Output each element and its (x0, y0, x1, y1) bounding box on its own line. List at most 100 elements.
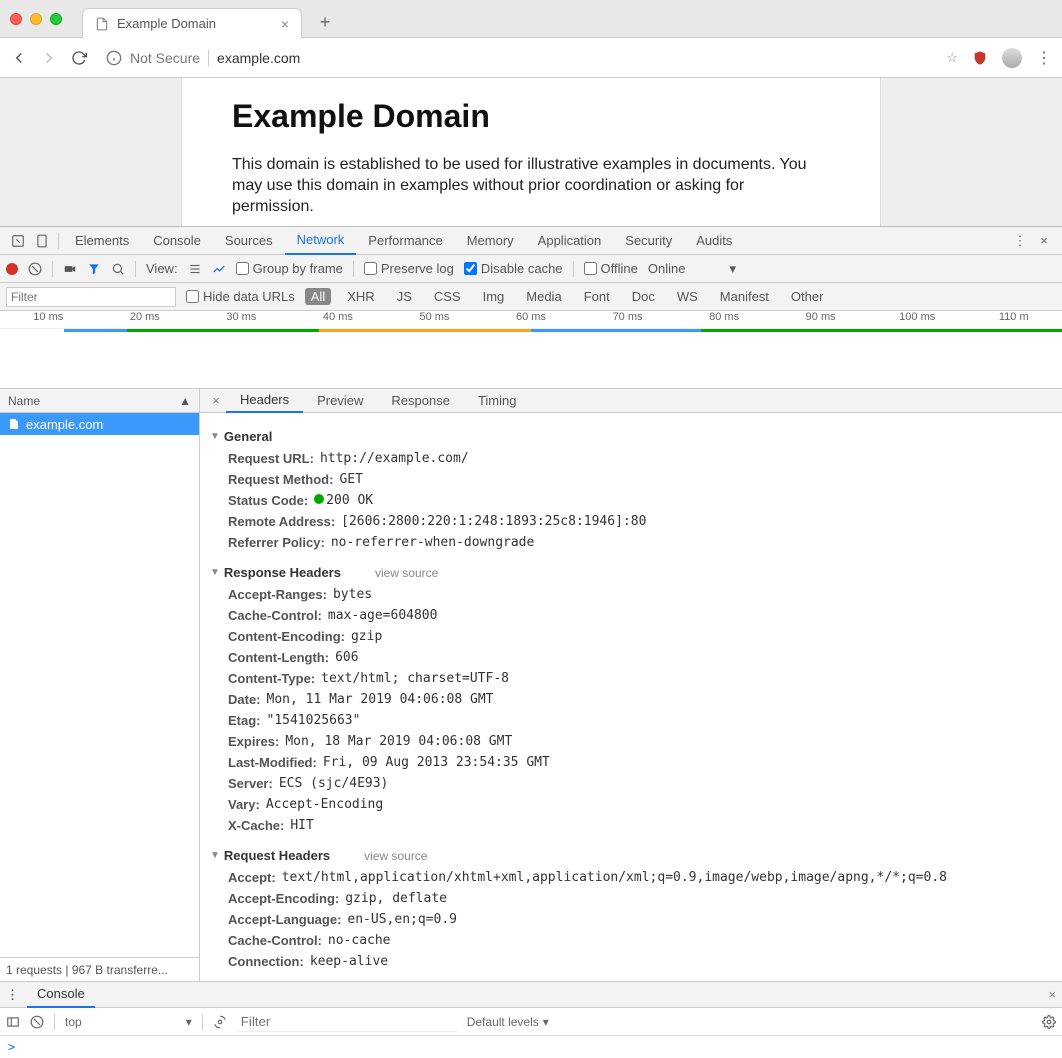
filter-icon[interactable] (87, 262, 101, 276)
menu-icon[interactable]: ⋮ (1036, 48, 1052, 68)
preserve-log-checkbox[interactable]: Preserve log (364, 261, 454, 276)
throttle-select[interactable]: Online▾ (648, 261, 736, 277)
devtools-tab-security[interactable]: Security (613, 227, 684, 255)
devtools-tab-sources[interactable]: Sources (213, 227, 285, 255)
overview-icon[interactable] (212, 262, 226, 276)
device-toggle-icon[interactable] (30, 229, 54, 253)
disable-cache-checkbox[interactable]: Disable cache (464, 261, 563, 276)
group-by-frame-checkbox[interactable]: Group by frame (236, 261, 343, 276)
filter-type-manifest[interactable]: Manifest (714, 288, 775, 305)
context-select[interactable]: top▾ (65, 1015, 192, 1029)
detail-tab-timing[interactable]: Timing (464, 389, 531, 413)
filter-type-xhr[interactable]: XHR (341, 288, 380, 305)
large-rows-icon[interactable] (188, 262, 202, 276)
settings-icon[interactable] (1042, 1015, 1056, 1029)
maximize-window-button[interactable] (50, 13, 62, 25)
timeline-tick: 70 ms (579, 311, 676, 328)
inspect-icon[interactable] (6, 229, 30, 253)
urlbar: Not Secure example.com ☆ ⋮ (0, 38, 1062, 78)
console-prompt[interactable]: > (0, 1036, 1062, 1058)
timeline-tick: 40 ms (290, 311, 387, 328)
timeline-tick: 90 ms (772, 311, 869, 328)
timeline-tick: 60 ms (483, 311, 580, 328)
tabstrip: Example Domain × + (82, 0, 340, 37)
filter-type-other[interactable]: Other (785, 288, 830, 305)
devtools-close-icon[interactable]: × (1032, 229, 1056, 253)
close-window-button[interactable] (10, 13, 22, 25)
devtools-tab-application[interactable]: Application (526, 227, 614, 255)
filter-type-ws[interactable]: WS (671, 288, 704, 305)
offline-checkbox[interactable]: Offline (584, 261, 638, 276)
minimize-window-button[interactable] (30, 13, 42, 25)
view-source-link[interactable]: view source (375, 566, 438, 580)
filter-input[interactable] (6, 287, 176, 307)
filter-type-img[interactable]: Img (477, 288, 511, 305)
close-drawer-icon[interactable]: × (1048, 987, 1056, 1002)
general-section: ▼General Request URL:http://example.com/… (200, 421, 1062, 557)
clear-icon[interactable] (28, 262, 42, 276)
network-timeline[interactable]: 10 ms20 ms30 ms40 ms50 ms60 ms70 ms80 ms… (0, 311, 1062, 389)
detail-tab-headers[interactable]: Headers (226, 389, 303, 413)
filter-type-css[interactable]: CSS (428, 288, 467, 305)
filter-type-js[interactable]: JS (391, 288, 418, 305)
network-split-pane: Name ▲ example.com 1 requests | 967 B tr… (0, 389, 1062, 981)
address-bar[interactable]: Not Secure example.com (100, 50, 934, 66)
devtools-tab-performance[interactable]: Performance (356, 227, 454, 255)
console-drawer: ⋮ Console × top▾ Default levels ▾ > (0, 981, 1062, 1058)
devtools-tab-network[interactable]: Network (285, 227, 357, 255)
document-icon (8, 418, 20, 430)
close-tab-icon[interactable]: × (281, 16, 289, 32)
forward-button[interactable] (40, 49, 58, 67)
drawer-menu-icon[interactable]: ⋮ (6, 987, 19, 1003)
header-row: Content-Type:text/html; charset=UTF-8 (210, 668, 1052, 689)
live-expression-icon[interactable] (213, 1015, 227, 1029)
close-details-icon[interactable]: × (206, 393, 226, 408)
header-row: Etag:"1541025663" (210, 710, 1052, 731)
timeline-tick: 50 ms (386, 311, 483, 328)
log-levels-select[interactable]: Default levels ▾ (467, 1015, 549, 1029)
header-row: Date:Mon, 11 Mar 2019 04:06:08 GMT (210, 689, 1052, 710)
header-row: Accept-Encoding:gzip, deflate (210, 888, 1052, 909)
sidebar-toggle-icon[interactable] (6, 1015, 20, 1029)
network-toolbar: View: Group by frame Preserve log Disabl… (0, 255, 1062, 283)
filter-type-all[interactable]: All (305, 288, 331, 305)
section-toggle[interactable]: ▼General (210, 425, 1052, 448)
devtools-menu-icon[interactable]: ⋮ (1008, 229, 1032, 253)
profile-avatar[interactable] (1002, 48, 1022, 68)
request-row[interactable]: example.com (0, 413, 199, 435)
headers-panel[interactable]: ▼General Request URL:http://example.com/… (200, 413, 1062, 981)
back-button[interactable] (10, 49, 28, 67)
hide-data-urls-checkbox[interactable]: Hide data URLs (186, 289, 295, 304)
detail-tab-response[interactable]: Response (377, 389, 464, 413)
urlbar-actions: ☆ ⋮ (946, 48, 1052, 68)
view-source-link[interactable]: view source (364, 849, 427, 863)
search-icon[interactable] (111, 262, 125, 276)
record-button[interactable] (6, 263, 18, 275)
bookmark-icon[interactable]: ☆ (946, 50, 958, 66)
network-filter-bar: Hide data URLs All XHR JS CSS Img Media Font Do… (0, 283, 1062, 311)
filter-type-font[interactable]: Font (578, 288, 616, 305)
detail-tab-preview[interactable]: Preview (303, 389, 377, 413)
console-tab[interactable]: Console (27, 982, 95, 1008)
ublock-icon[interactable] (972, 50, 988, 66)
devtools-tab-memory[interactable]: Memory (455, 227, 526, 255)
devtools-tab-elements[interactable]: Elements (63, 227, 141, 255)
devtools-tab-console[interactable]: Console (141, 227, 213, 255)
devtools-tab-audits[interactable]: Audits (684, 227, 744, 255)
request-list-header[interactable]: Name ▲ (0, 389, 199, 413)
tab-title: Example Domain (117, 16, 273, 31)
camera-icon[interactable] (63, 262, 77, 276)
filter-type-media[interactable]: Media (520, 288, 567, 305)
reload-button[interactable] (70, 49, 88, 67)
section-toggle[interactable]: ▼Request Headersview source (210, 844, 1052, 867)
section-toggle[interactable]: ▼Response Headersview source (210, 561, 1052, 584)
page-heading: Example Domain (232, 98, 830, 135)
request-details: × HeadersPreviewResponseTiming ▼General … (200, 389, 1062, 981)
clear-console-icon[interactable] (30, 1015, 44, 1029)
header-row: Content-Encoding:gzip (210, 626, 1052, 647)
filter-type-doc[interactable]: Doc (626, 288, 661, 305)
new-tab-button[interactable]: + (310, 7, 340, 37)
security-label: Not Secure (130, 50, 200, 66)
console-filter-input[interactable] (237, 1012, 457, 1032)
browser-tab[interactable]: Example Domain × (82, 8, 302, 38)
